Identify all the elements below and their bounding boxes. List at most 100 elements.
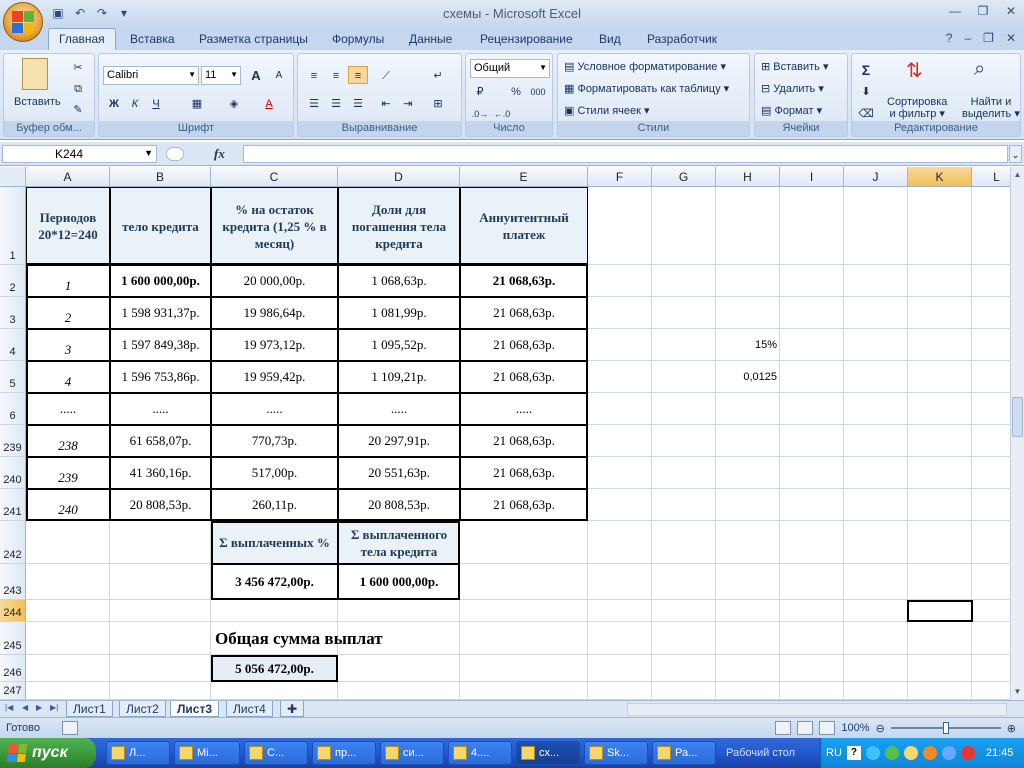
volume-icon[interactable]	[960, 746, 975, 760]
table-cell[interactable]: 238	[26, 425, 110, 457]
insert-sheet-icon[interactable]: ✚	[280, 701, 304, 717]
sort-filter-icon[interactable]: ⇅	[906, 58, 923, 83]
table-cell[interactable]: 1 095,52р.	[338, 329, 460, 361]
table-cell[interactable]: 20 808,53р.	[110, 489, 211, 521]
italic-button[interactable]: К	[125, 94, 145, 112]
paid-percent-value[interactable]: 3 456 472,00р.	[211, 564, 338, 600]
scroll-up-icon[interactable]: ▲	[1011, 167, 1024, 183]
table-cell[interactable]: 517,00р.	[211, 457, 338, 489]
taskbar-button[interactable]: Л...	[106, 741, 170, 765]
formula-input[interactable]	[243, 145, 1008, 163]
prev-sheet-icon[interactable]: ◀	[22, 703, 28, 712]
tab-view[interactable]: Вид	[599, 32, 621, 46]
row-header-5[interactable]: 5	[0, 361, 26, 393]
cell-h4-value[interactable]: 15%	[716, 329, 780, 361]
column-header-d[interactable]: D	[338, 167, 460, 187]
macro-record-icon[interactable]	[62, 721, 78, 735]
table-cell[interactable]: 260,11р.	[211, 489, 338, 521]
table-cell[interactable]: 61 658,07р.	[110, 425, 211, 457]
sheet-tab-4[interactable]: Лист4	[226, 701, 273, 717]
table-header-cell[interactable]: Аннуитентный платеж	[460, 187, 588, 265]
sheet-tab-1[interactable]: Лист1	[66, 701, 113, 717]
tab-home[interactable]: Главная	[48, 28, 116, 50]
table-cell[interactable]: .....	[338, 393, 460, 425]
font-size-combo[interactable]: 11 ▼	[201, 66, 241, 85]
decrease-indent-icon[interactable]: ⇤	[376, 94, 396, 112]
orientation-icon[interactable]: ⟋	[376, 66, 396, 84]
start-button[interactable]: пуск	[0, 738, 96, 768]
cut-icon[interactable]: ✂	[68, 58, 88, 76]
table-cell[interactable]: 20 000,00р.	[211, 265, 338, 297]
row-header-245[interactable]: 245	[0, 622, 26, 655]
column-header-b[interactable]: B	[110, 167, 211, 187]
last-sheet-icon[interactable]: ▶|	[50, 703, 58, 712]
row-header-3[interactable]: 3	[0, 297, 26, 329]
page-layout-view-icon[interactable]	[797, 721, 814, 735]
select-all-button[interactable]	[0, 167, 26, 187]
column-header-c[interactable]: C	[211, 167, 338, 187]
conditional-formatting-button[interactable]: ▤ Условное форматирование ▾	[564, 60, 726, 73]
scroll-down-icon[interactable]: ▼	[1011, 684, 1024, 700]
table-cell[interactable]: .....	[110, 393, 211, 425]
align-middle-icon[interactable]: ≡	[326, 66, 346, 84]
chat-icon[interactable]	[884, 746, 899, 760]
zoom-out-icon[interactable]: ⊖	[876, 722, 885, 735]
table-cell[interactable]: 21 068,63р.	[460, 297, 588, 329]
formula-cancel-icon[interactable]	[166, 147, 184, 161]
table-cell[interactable]: 21 068,63р.	[460, 425, 588, 457]
underline-button[interactable]: Ч	[146, 94, 166, 112]
name-box[interactable]: K244 ▼	[2, 145, 157, 163]
row-header-4[interactable]: 4	[0, 329, 26, 361]
table-cell[interactable]: 19 973,12р.	[211, 329, 338, 361]
zoom-level[interactable]: 100%	[841, 722, 869, 734]
taskbar-button[interactable]: Mi...	[174, 741, 240, 765]
help-tray-icon[interactable]: ?	[846, 746, 861, 760]
currency-icon[interactable]: ₽	[470, 82, 490, 100]
table-cell[interactable]: 41 360,16р.	[110, 457, 211, 489]
total-sum-label[interactable]: Общая сумма выплат	[211, 622, 460, 655]
folder-tray-icon[interactable]	[903, 746, 918, 760]
row-header-239[interactable]: 239	[0, 425, 26, 457]
table-cell[interactable]: 1 600 000,00р.	[110, 265, 211, 297]
table-cell[interactable]: 21 068,63р.	[460, 329, 588, 361]
taskbar-button[interactable]: пр...	[312, 741, 376, 765]
insert-function-button[interactable]: fx	[214, 146, 225, 162]
taskbar-button[interactable]: си...	[380, 741, 444, 765]
tab-developer[interactable]: Разработчик	[647, 32, 717, 46]
increase-indent-icon[interactable]: ⇥	[398, 94, 418, 112]
customize-qat-icon[interactable]: ▾	[116, 5, 132, 21]
table-cell[interactable]: 239	[26, 457, 110, 489]
table-cell[interactable]: 20 808,53р.	[338, 489, 460, 521]
browser-tray-icon[interactable]	[922, 746, 937, 760]
table-cell[interactable]: .....	[26, 393, 110, 425]
desktop-toolbar-label[interactable]: Рабочий стол	[726, 747, 795, 759]
paste-icon[interactable]	[22, 58, 48, 90]
cell-styles-button[interactable]: ▣ Стили ячеек ▾	[564, 104, 650, 117]
minimize-icon[interactable]: —	[948, 4, 962, 18]
table-cell[interactable]: 1 081,99р.	[338, 297, 460, 329]
bold-button[interactable]: Ж	[104, 94, 124, 112]
table-cell[interactable]: 21 068,63р.	[460, 489, 588, 521]
worksheet-grid[interactable]: ABCDEFGHIJKL 1 2 3 4 5 6 239 240 241 242 243 244 245…	[0, 167, 1024, 700]
paste-button[interactable]: Вставить	[14, 96, 61, 108]
column-header-e[interactable]: E	[460, 167, 588, 187]
help-icon[interactable]: ?	[946, 31, 953, 45]
column-header-f[interactable]: F	[588, 167, 652, 187]
table-cell[interactable]: 2	[26, 297, 110, 329]
taskbar-button[interactable]: сх...	[516, 741, 580, 765]
column-header-i[interactable]: I	[780, 167, 844, 187]
scroll-thumb[interactable]	[1012, 397, 1023, 437]
align-right-icon[interactable]: ☰	[348, 94, 368, 112]
taskbar-button[interactable]: Sk...	[584, 741, 648, 765]
tab-review[interactable]: Рецензирование	[480, 32, 573, 46]
expand-formula-bar-icon[interactable]: ⌄	[1009, 145, 1022, 163]
table-cell[interactable]: 1 597 849,38р.	[110, 329, 211, 361]
percent-button[interactable]: %	[506, 82, 526, 100]
tab-insert[interactable]: Вставка	[130, 32, 175, 46]
table-cell[interactable]: 1 598 931,37р.	[110, 297, 211, 329]
number-format-combo[interactable]: Общий ▼	[470, 59, 550, 78]
font-color-button[interactable]: A	[259, 94, 279, 112]
table-cell[interactable]: 1	[26, 265, 110, 297]
zoom-slider[interactable]	[890, 722, 1001, 734]
table-cell[interactable]: 20 551,63р.	[338, 457, 460, 489]
